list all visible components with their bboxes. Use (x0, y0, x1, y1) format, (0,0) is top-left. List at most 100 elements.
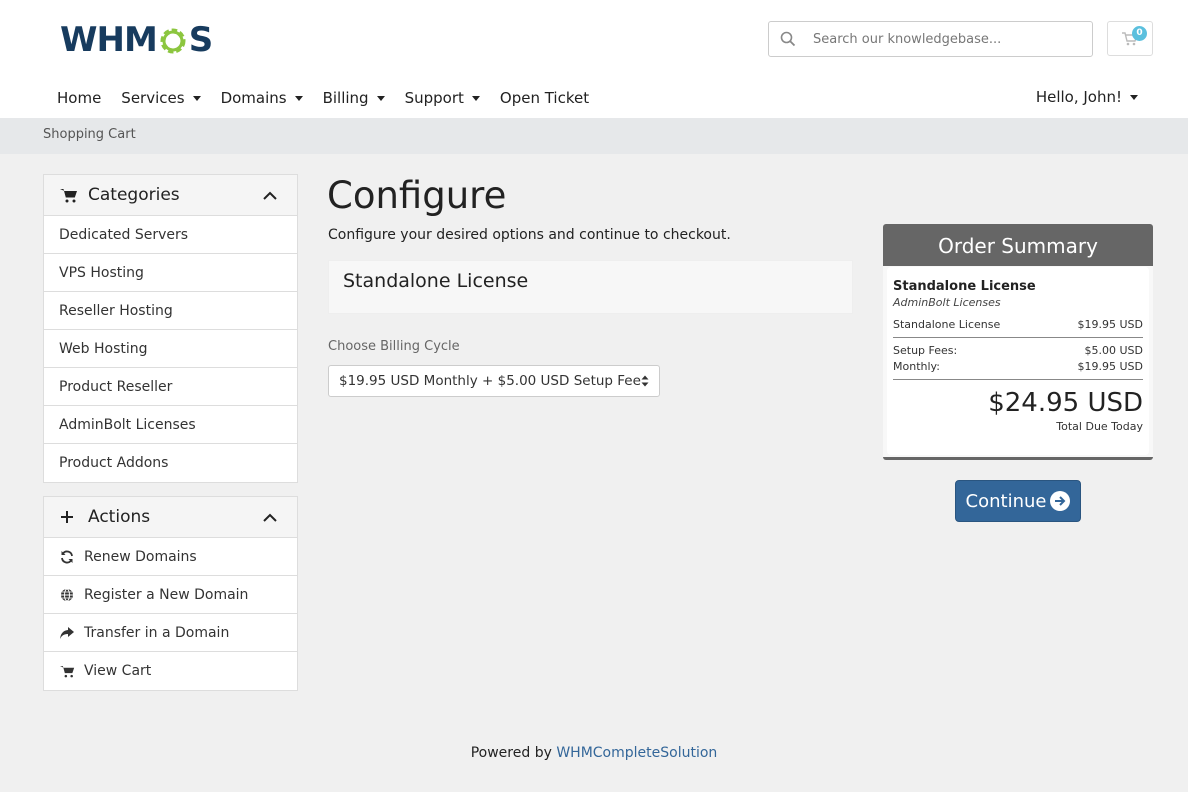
summary-line-item: Standalone License $19.95 USD (893, 318, 1143, 331)
chevron-up-icon[interactable] (263, 185, 277, 205)
order-summary-title: Order Summary (883, 224, 1153, 266)
page-subtitle: Configure your desired options and conti… (328, 227, 731, 243)
summary-product: Standalone License (893, 279, 1036, 294)
nav-billing-label: Billing (322, 89, 369, 107)
footer: Powered by WHMCompleteSolution (0, 745, 1188, 761)
category-label: Product Reseller (59, 378, 173, 395)
order-summary-body: Standalone License AdminBolt Licenses St… (887, 267, 1149, 455)
search-icon[interactable] (769, 22, 807, 56)
refresh-icon (59, 550, 75, 564)
nav-domains-label: Domains (220, 89, 287, 107)
category-label: Product Addons (59, 455, 169, 471)
category-label: Dedicated Servers (59, 226, 189, 243)
nav-home[interactable]: Home (47, 82, 111, 114)
category-label: VPS Hosting (59, 264, 144, 281)
knowledgebase-search (768, 21, 1093, 57)
action-label: View Cart (84, 663, 152, 679)
summary-monthly-row: Monthly: $19.95 USD (893, 360, 1143, 373)
breadcrumb: Shopping Cart (43, 127, 136, 142)
summary-setup-label: Setup Fees: (893, 344, 958, 357)
caret-down-icon (192, 95, 201, 101)
nav-support-label: Support (404, 89, 464, 107)
globe-icon (59, 588, 75, 602)
nav-services-label: Services (121, 89, 185, 107)
caret-down-icon (294, 95, 303, 101)
categories-title: Categories (88, 185, 180, 205)
nav-support[interactable]: Support (395, 82, 490, 114)
main-nav: Home Services Domains Billing Support Op… (47, 82, 599, 114)
actions-title: Actions (88, 507, 151, 527)
action-renew-domains[interactable]: Renew Domains (44, 538, 297, 576)
billing-cycle-value: $19.95 USD Monthly + $5.00 USD Setup Fee (339, 373, 641, 389)
summary-monthly-label: Monthly: (893, 360, 940, 373)
billing-cycle-label: Choose Billing Cycle (328, 339, 460, 354)
chevron-up-icon[interactable] (263, 507, 277, 527)
action-transfer-domain[interactable]: Transfer in a Domain (44, 614, 297, 652)
nav-domains[interactable]: Domains (211, 82, 313, 114)
cart-count-badge: 0 (1132, 26, 1147, 41)
summary-divider (893, 379, 1143, 380)
actions-header[interactable]: Actions (44, 497, 297, 538)
caret-down-icon (376, 95, 385, 101)
share-icon (59, 626, 75, 639)
category-label: AdminBolt Licenses (59, 416, 196, 433)
logo-text-pre: WHM (60, 20, 158, 60)
product-name: Standalone License (343, 270, 529, 292)
whmcs-logo[interactable]: WHM S (60, 20, 213, 60)
summary-product-group: AdminBolt Licenses (893, 296, 1001, 309)
categories-panel: Categories Dedicated Servers VPS Hosting… (43, 174, 298, 483)
user-menu[interactable]: Hello, John! (1026, 82, 1148, 112)
footer-link[interactable]: WHMCompleteSolution (556, 745, 717, 761)
action-label: Renew Domains (84, 548, 197, 565)
breadcrumb-bar: Shopping Cart (0, 118, 1188, 154)
summary-line-label: Standalone License (893, 318, 1001, 331)
product-name-box: Standalone License (328, 260, 853, 314)
cart-button[interactable]: 0 (1107, 21, 1153, 56)
summary-monthly-price: $19.95 USD (1077, 360, 1144, 373)
logo-text-post: S (188, 20, 213, 60)
continue-label: Continue (965, 490, 1047, 512)
caret-down-icon (1130, 94, 1138, 100)
category-reseller-hosting[interactable]: Reseller Hosting (44, 292, 297, 330)
action-label: Register a New Domain (84, 586, 249, 603)
category-dedicated-servers[interactable]: Dedicated Servers (44, 216, 297, 254)
nav-billing[interactable]: Billing (313, 82, 395, 114)
category-vps-hosting[interactable]: VPS Hosting (44, 254, 297, 292)
nav-home-label: Home (57, 89, 102, 107)
nav-open-ticket-label: Open Ticket (499, 89, 590, 107)
cart-icon (60, 188, 80, 203)
summary-setup-price: $5.00 USD (1084, 344, 1144, 357)
summary-total-label: Total Due Today (1056, 420, 1143, 433)
page-title: Configure (327, 174, 507, 217)
order-summary: Order Summary Standalone License AdminBo… (883, 224, 1153, 460)
nav-open-ticket[interactable]: Open Ticket (490, 82, 599, 114)
user-greeting: Hello, John! (1035, 88, 1122, 106)
action-register-domain[interactable]: Register a New Domain (44, 576, 297, 614)
continue-button[interactable]: Continue (955, 480, 1081, 522)
category-product-addons[interactable]: Product Addons (44, 444, 297, 482)
category-product-reseller[interactable]: Product Reseller (44, 368, 297, 406)
category-label: Web Hosting (59, 340, 148, 357)
category-label: Reseller Hosting (59, 302, 173, 319)
gear-logo-icon (158, 25, 188, 55)
nav-services[interactable]: Services (111, 82, 210, 114)
summary-setup-row: Setup Fees: $5.00 USD (893, 344, 1143, 357)
caret-down-icon (471, 95, 480, 101)
cart-icon (59, 665, 75, 678)
action-label: Transfer in a Domain (84, 624, 230, 641)
plus-icon (60, 510, 80, 524)
billing-cycle-select[interactable]: $19.95 USD Monthly + $5.00 USD Setup Fee (328, 365, 660, 397)
summary-line-price: $19.95 USD (1077, 318, 1144, 331)
action-view-cart[interactable]: View Cart (44, 652, 297, 690)
search-input[interactable] (807, 31, 1077, 47)
category-web-hosting[interactable]: Web Hosting (44, 330, 297, 368)
category-adminbolt-licenses[interactable]: AdminBolt Licenses (44, 406, 297, 444)
footer-prefix: Powered by (470, 745, 552, 761)
summary-total: $24.95 USD (988, 388, 1143, 418)
select-arrows-icon (641, 375, 649, 391)
arrow-circle-right-icon (1050, 491, 1071, 511)
categories-header[interactable]: Categories (44, 175, 297, 216)
header: WHM S 0 Home Services Domains Billing Su… (0, 0, 1188, 118)
actions-panel: Actions Renew Domains Register a New Dom… (43, 496, 298, 691)
summary-divider (893, 337, 1143, 338)
